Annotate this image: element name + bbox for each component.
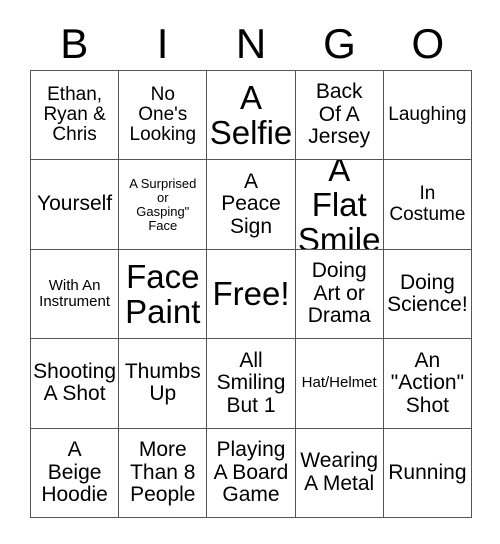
bingo-cell-label: Laughing [388,104,467,126]
bingo-cell-label: All Smiling But 1 [216,348,286,417]
bingo-cell-label: Playing A Board Game [213,438,289,507]
bingo-cell-label: Free! [212,275,290,313]
bingo-cell[interactable]: In Costume [383,160,472,250]
bingo-cell[interactable]: Doing Art or Drama [295,249,384,340]
bingo-cell-label: Shooting A Shot [33,359,117,406]
bingo-cell-label: With An Instrument [39,276,111,310]
header-letter-g: G [323,20,356,67]
bingo-cell[interactable]: A Selfie [207,71,296,161]
bingo-cell[interactable]: Thumbs Up [119,339,208,429]
bingo-cell-label: In Costume [389,183,466,225]
bingo-cell[interactable]: Back Of A Jersey [295,71,384,161]
bingo-cell[interactable]: A Flat Smile [295,160,384,250]
bingo-cell-label: Running [388,460,467,484]
header-letter-i: I [156,20,169,67]
bingo-cell-label: A Selfie [209,78,293,152]
bingo-cell[interactable]: A Beige Hoodie [31,428,120,518]
bingo-cell[interactable]: Face Paint [119,249,208,340]
bingo-cell-label: Face Paint [125,257,201,330]
header-letter-n: N [235,20,267,67]
bingo-cell-label: A Peace Sign [221,169,281,238]
bingo-cell-label: More Than 8 People [130,438,196,507]
bingo-cell[interactable]: Free! [207,249,296,340]
bingo-cell[interactable]: All Smiling But 1 [207,339,296,429]
bingo-cell-label: Wearing A Metal [300,449,379,495]
bingo-cell-label: Ethan, Ryan & Chris [43,83,106,146]
bingo-cell[interactable]: Doing Science! [383,249,472,340]
bingo-cell[interactable]: No One's Looking [119,71,208,161]
bingo-cell[interactable]: Laughing [383,71,472,161]
bingo-cell[interactable]: A Peace Sign [207,160,296,250]
bingo-cell-label: No One's Looking [129,83,197,146]
bingo-cell[interactable]: Playing A Board Game [207,428,296,518]
bingo-cell[interactable]: An "Action" Shot [383,339,472,429]
bingo-cell[interactable]: With An Instrument [31,249,120,340]
bingo-cell[interactable]: Yourself [31,160,120,250]
bingo-cell-label: A Beige Hoodie [41,438,108,507]
header-letter-b: B [60,20,89,67]
bingo-cell[interactable]: Ethan, Ryan & Chris [31,71,120,161]
bingo-cell[interactable]: Running [383,428,472,518]
bingo-cell[interactable]: A Surprised or Gasping" Face [119,160,208,250]
bingo-cell-label: Doing Art or Drama [307,259,371,328]
bingo-cell-label: Thumbs Up [124,359,201,406]
bingo-cell[interactable]: Shooting A Shot [31,339,120,429]
bingo-cell-label: An "Action" Shot [390,348,465,417]
header-letter-o: O [411,20,445,67]
bingo-grid: Ethan, Ryan & Chris No One's Looking A Sel… [30,70,472,518]
bingo-header-row: B I N G O [30,18,472,70]
bingo-card: B I N G O Ethan, Ryan & Chris No One's Lo… [0,0,500,544]
bingo-cell-label: Back Of A Jersey [308,80,371,149]
bingo-cell[interactable]: Wearing A Metal [295,428,384,518]
bingo-cell[interactable]: More Than 8 People [119,428,208,518]
bingo-cell[interactable]: Hat/Helmet [295,339,384,429]
bingo-cell-label: Hat/Helmet [301,374,377,392]
bingo-cell-label: Yourself [37,192,113,216]
bingo-cell-label: A Surprised or Gasping" Face [129,175,197,233]
bingo-cell-label: Doing Science! [387,270,468,316]
bingo-cell-label: A Flat Smile [297,160,381,250]
